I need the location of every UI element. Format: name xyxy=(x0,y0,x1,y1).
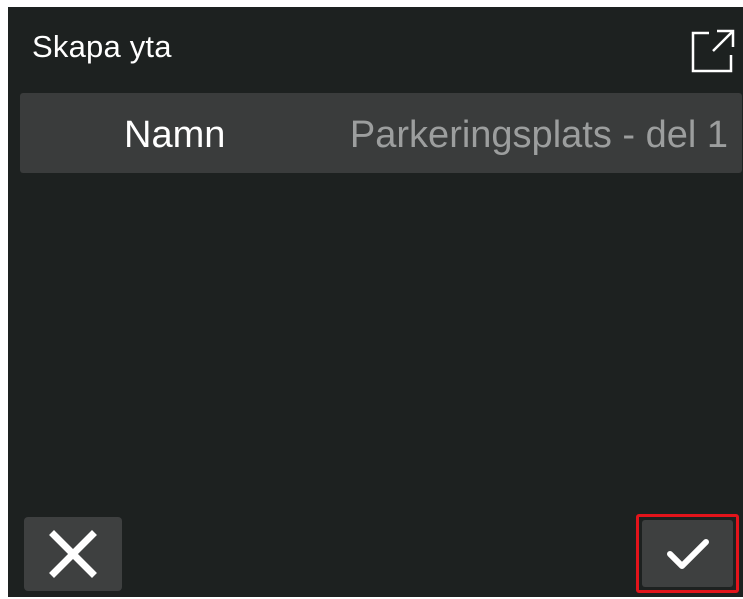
confirm-button[interactable] xyxy=(642,520,733,587)
expand-button[interactable] xyxy=(685,23,739,77)
create-area-dialog: Skapa yta Namn Parkeringsplats - del 1 xyxy=(8,7,743,597)
name-field-row[interactable]: Namn Parkeringsplats - del 1 xyxy=(20,93,742,173)
name-field-value[interactable]: Parkeringsplats - del 1 xyxy=(350,113,728,157)
close-icon xyxy=(49,530,97,578)
open-in-new-icon xyxy=(691,29,735,73)
name-field-label: Namn xyxy=(124,114,226,156)
cancel-button[interactable] xyxy=(24,517,122,591)
checkmark-icon xyxy=(667,539,709,569)
dialog-title: Skapa yta xyxy=(32,29,172,64)
